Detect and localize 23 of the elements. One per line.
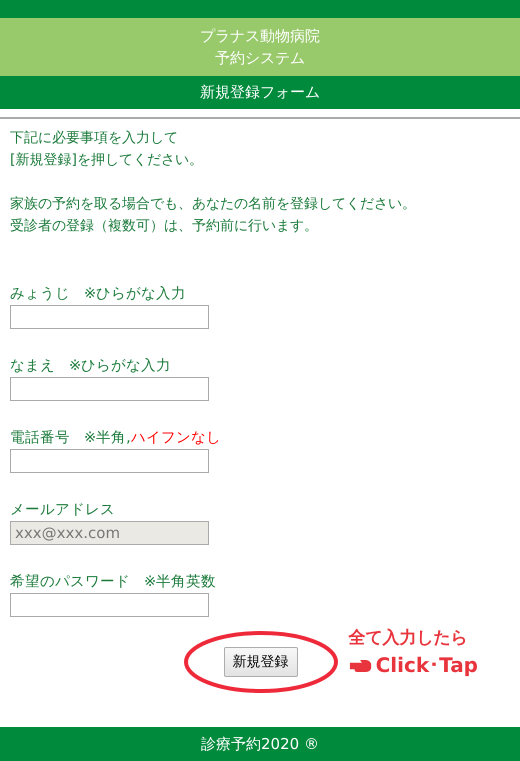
field-hint: ※半角英数 <box>144 573 216 592</box>
annotation-text: Click･Tap <box>376 652 478 678</box>
system-name: 予約システム <box>215 48 305 69</box>
instruction-text: 家族の予約を取る場合でも、あなたの名前を登録してください。 受診者の登録（複数可）は、予約前に行います。 <box>10 195 417 236</box>
input-field[interactable] <box>10 449 209 473</box>
field-hint: ※ひらがな入力 <box>84 285 186 304</box>
input-field[interactable] <box>10 305 209 329</box>
field-hint: ※ひらがな入力 <box>69 357 172 376</box>
input-field[interactable] <box>10 593 209 617</box>
field-label: みょうじ <box>10 285 70 304</box>
field-label: 電話番号 <box>10 429 70 448</box>
field-label: なまえ <box>10 357 55 376</box>
pointing-hand-icon <box>348 658 373 672</box>
annotation-text: 全て入力したら <box>348 627 469 650</box>
footer-text: 診療予約2020 ® <box>201 734 319 754</box>
field-label: 希望のパスワード <box>10 573 130 592</box>
form-title: 新規登録フォーム <box>200 83 320 102</box>
field-hint: ※半角,ハイフンなし <box>84 429 221 448</box>
clinic-name: プラナス動物病院 <box>200 26 320 47</box>
instruction-text: 下記に必要事項を入力して [新規登録]を押してください。 <box>10 129 204 170</box>
register-button[interactable]: 新規登録 <box>224 647 298 677</box>
input-field[interactable] <box>10 377 209 401</box>
field-label: メールアドレス <box>10 501 115 520</box>
